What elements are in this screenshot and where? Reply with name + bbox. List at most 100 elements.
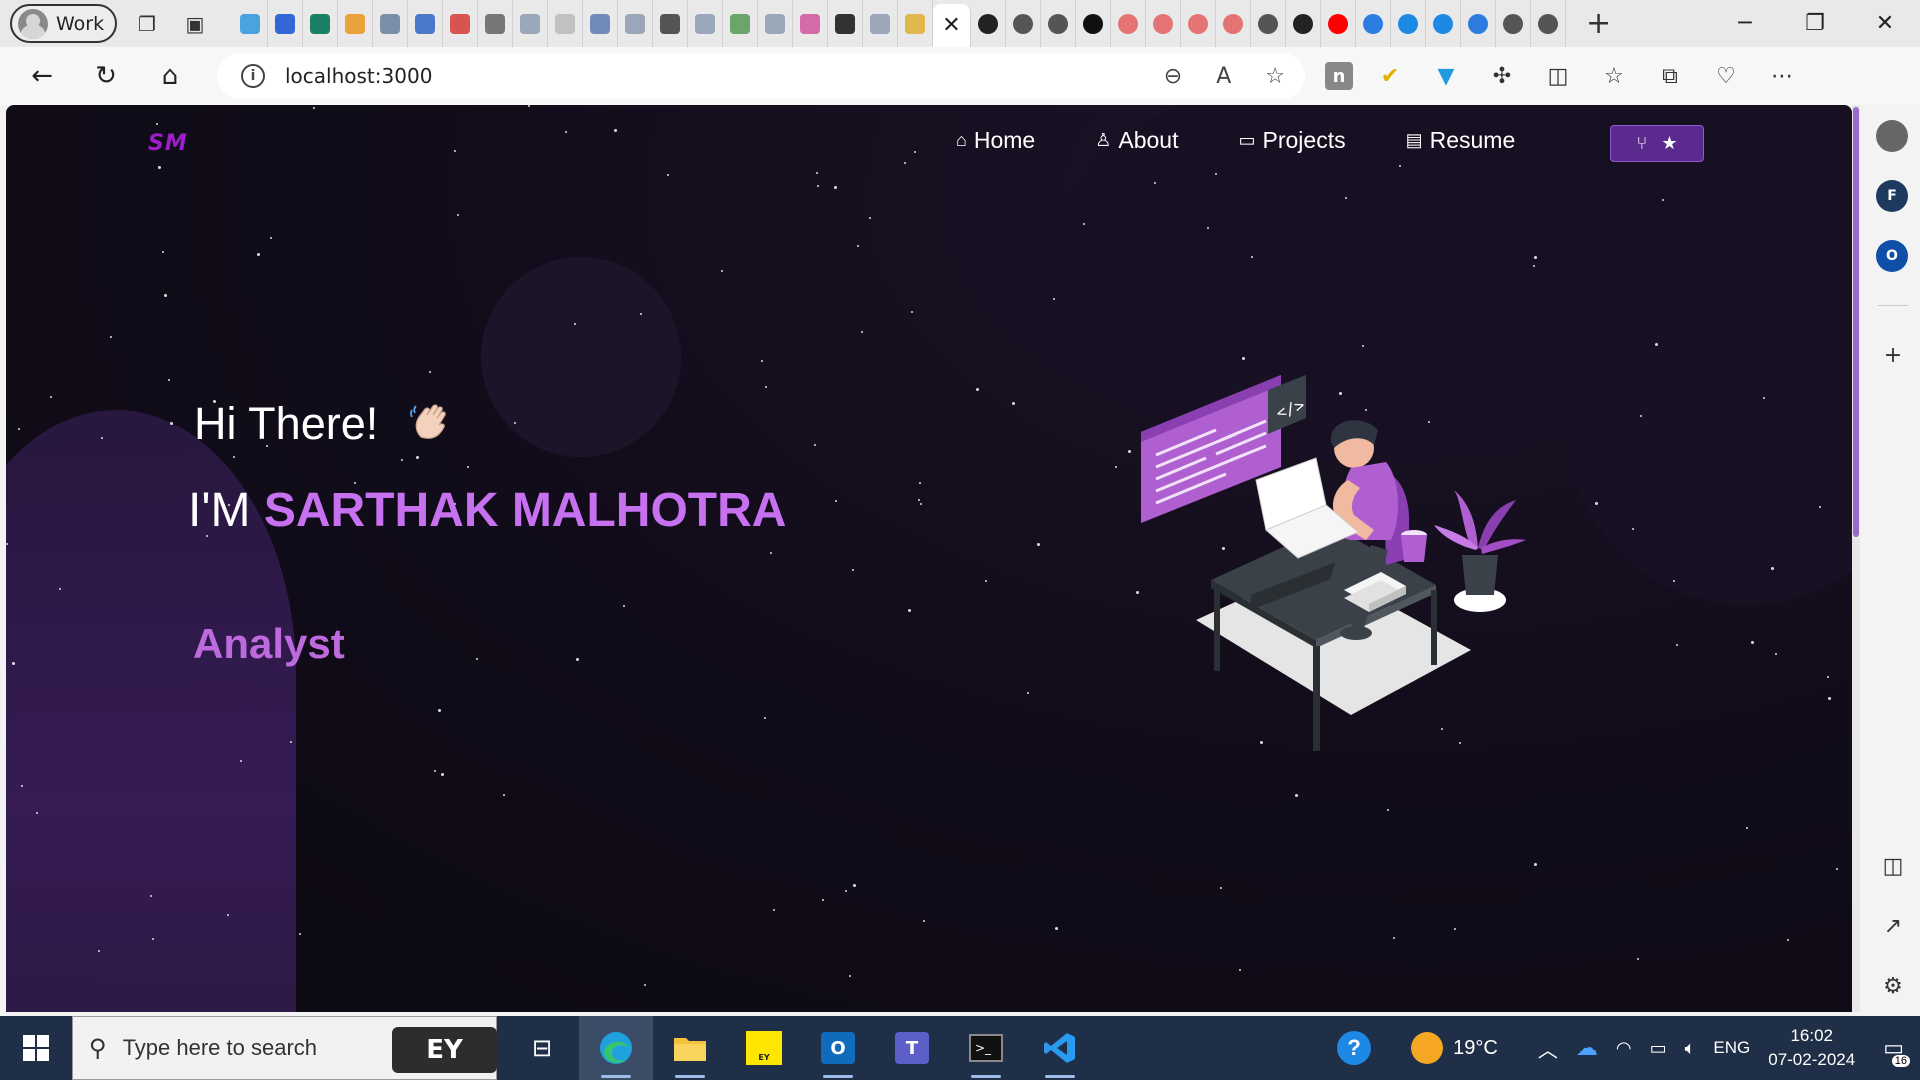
browser-tab[interactable] bbox=[863, 0, 898, 47]
show-hidden-icons[interactable]: ︿ bbox=[1538, 1034, 1558, 1063]
browser-tab[interactable] bbox=[373, 0, 408, 47]
site-logo[interactable]: SM bbox=[148, 131, 188, 156]
onedrive-icon[interactable]: ☁ bbox=[1576, 1035, 1598, 1061]
new-tab-icon[interactable]: + bbox=[1586, 6, 1611, 41]
minimize-icon[interactable]: ─ bbox=[1710, 0, 1780, 47]
browser-tab[interactable] bbox=[338, 0, 373, 47]
terminal-icon[interactable]: >_ bbox=[949, 1016, 1023, 1080]
sidebar-app-f[interactable]: F bbox=[1876, 180, 1908, 212]
browser-tab[interactable] bbox=[268, 0, 303, 47]
sidebar-app-circle[interactable] bbox=[1876, 120, 1908, 152]
extension-check-icon[interactable]: ✔ bbox=[1371, 57, 1409, 95]
zoom-out-icon[interactable]: ⊖ bbox=[1164, 64, 1182, 89]
extension-n-icon[interactable]: n bbox=[1325, 62, 1353, 90]
volume-icon[interactable]: 🔈︎ bbox=[1685, 1038, 1696, 1059]
nav-resume[interactable]: ▤ Resume bbox=[1406, 127, 1516, 154]
weather-temp[interactable]: 19°C bbox=[1453, 1037, 1498, 1060]
browser-tab[interactable] bbox=[1251, 0, 1286, 47]
sidebar-panel-icon[interactable]: ◫ bbox=[1879, 852, 1907, 880]
help-icon[interactable]: ? bbox=[1337, 1031, 1372, 1065]
nav-home[interactable]: ⌂ Home bbox=[956, 127, 1035, 154]
site-info-icon[interactable]: i bbox=[241, 64, 265, 88]
browser-tab[interactable] bbox=[828, 0, 863, 47]
github-fork-star-button[interactable]: ⑂ ★ bbox=[1610, 125, 1704, 162]
ey-app-button[interactable]: EY bbox=[392, 1027, 497, 1073]
browser-tab[interactable] bbox=[758, 0, 793, 47]
browser-tab[interactable] bbox=[233, 0, 268, 47]
notifications-icon[interactable]: ▭ 16 bbox=[1883, 1035, 1910, 1067]
split-screen-icon[interactable]: ◫ bbox=[1539, 57, 1577, 95]
performance-icon[interactable]: ♡ bbox=[1707, 57, 1745, 95]
url-field[interactable]: i localhost:3000 ⊖ A ☆ bbox=[217, 53, 1305, 99]
vscode-icon[interactable] bbox=[1023, 1016, 1097, 1080]
sidebar-open-external-icon[interactable]: ↗ bbox=[1879, 912, 1907, 940]
background-star bbox=[1775, 653, 1777, 655]
browser-tab[interactable] bbox=[478, 0, 513, 47]
browser-tab[interactable] bbox=[618, 0, 653, 47]
collections-icon[interactable]: ⧉ bbox=[1651, 57, 1689, 95]
battery-icon[interactable]: ▭ bbox=[1650, 1038, 1667, 1059]
browser-tab[interactable] bbox=[1321, 0, 1356, 47]
browser-tab[interactable] bbox=[1076, 0, 1111, 47]
browser-tab[interactable] bbox=[408, 0, 443, 47]
home-icon[interactable]: ⌂ bbox=[148, 54, 192, 98]
browser-tab[interactable] bbox=[653, 0, 688, 47]
file-explorer-icon[interactable] bbox=[653, 1016, 727, 1080]
browser-tab[interactable] bbox=[548, 0, 583, 47]
edge-taskbar-icon[interactable] bbox=[579, 1016, 653, 1080]
wifi-icon[interactable]: ◠ bbox=[1616, 1038, 1632, 1059]
favorites-icon[interactable]: ☆ bbox=[1595, 57, 1633, 95]
language-indicator[interactable]: ENG bbox=[1713, 1038, 1750, 1058]
tab-actions-icon[interactable]: ▣ bbox=[177, 6, 213, 42]
browser-tab[interactable] bbox=[793, 0, 828, 47]
clock[interactable]: 16:02 07-02-2024 bbox=[1768, 1024, 1855, 1072]
browser-tab[interactable] bbox=[1006, 0, 1041, 47]
page-scrollbar[interactable] bbox=[1852, 105, 1860, 1012]
nav-projects[interactable]: ▭ Projects bbox=[1238, 127, 1345, 154]
outlook-icon[interactable]: O bbox=[801, 1016, 875, 1080]
browser-tab[interactable] bbox=[971, 0, 1006, 47]
browser-tab[interactable] bbox=[1496, 0, 1531, 47]
browser-tab[interactable] bbox=[898, 0, 933, 47]
task-view-icon[interactable]: ⊟ bbox=[505, 1016, 579, 1080]
read-aloud-icon[interactable]: A bbox=[1216, 64, 1231, 89]
browser-tab[interactable] bbox=[1041, 0, 1076, 47]
browser-tab[interactable] bbox=[1286, 0, 1321, 47]
restore-icon[interactable]: ❐ bbox=[1780, 0, 1850, 47]
nav-about[interactable]: ♙ About bbox=[1095, 127, 1178, 154]
browser-tab[interactable] bbox=[1216, 0, 1251, 47]
close-window-icon[interactable]: ✕ bbox=[1850, 0, 1920, 47]
extension-shield-icon[interactable]: ▼ bbox=[1427, 57, 1465, 95]
browser-tab[interactable] bbox=[1356, 0, 1391, 47]
browser-tab[interactable] bbox=[1111, 0, 1146, 47]
ey-discover-icon[interactable]: EY bbox=[727, 1016, 801, 1080]
refresh-icon[interactable]: ↻ bbox=[84, 54, 128, 98]
start-button[interactable] bbox=[0, 1016, 72, 1080]
sidebar-add-icon[interactable]: + bbox=[1879, 341, 1907, 369]
teams-icon[interactable]: T bbox=[875, 1016, 949, 1080]
browser-tab[interactable] bbox=[303, 0, 338, 47]
browser-tab[interactable] bbox=[1146, 0, 1181, 47]
browser-tab[interactable] bbox=[443, 0, 478, 47]
scrollbar-thumb[interactable] bbox=[1853, 107, 1859, 537]
browser-tab[interactable] bbox=[723, 0, 758, 47]
browser-tab[interactable] bbox=[1531, 0, 1566, 47]
browser-tab[interactable] bbox=[583, 0, 618, 47]
browser-tab[interactable] bbox=[1181, 0, 1216, 47]
browser-tab[interactable] bbox=[1391, 0, 1426, 47]
favorite-star-icon[interactable]: ☆ bbox=[1265, 64, 1285, 89]
sidebar-settings-icon[interactable]: ⚙ bbox=[1879, 972, 1907, 1000]
extensions-icon[interactable]: ✣ bbox=[1483, 57, 1521, 95]
browser-tab[interactable] bbox=[1461, 0, 1496, 47]
sidebar-app-outlook[interactable]: O bbox=[1876, 240, 1908, 272]
active-tab-close-icon[interactable]: ✕ bbox=[933, 4, 971, 47]
profile-button[interactable]: Work bbox=[10, 4, 117, 43]
search-placeholder: Type here to search bbox=[122, 1035, 318, 1060]
back-icon[interactable]: ← bbox=[20, 54, 64, 98]
browser-tab[interactable] bbox=[688, 0, 723, 47]
browser-tab[interactable] bbox=[513, 0, 548, 47]
workspaces-icon[interactable]: ❐ bbox=[129, 6, 165, 42]
more-menu-icon[interactable]: ⋯ bbox=[1763, 57, 1801, 95]
weather-icon[interactable] bbox=[1411, 1032, 1444, 1064]
browser-tab[interactable] bbox=[1426, 0, 1461, 47]
